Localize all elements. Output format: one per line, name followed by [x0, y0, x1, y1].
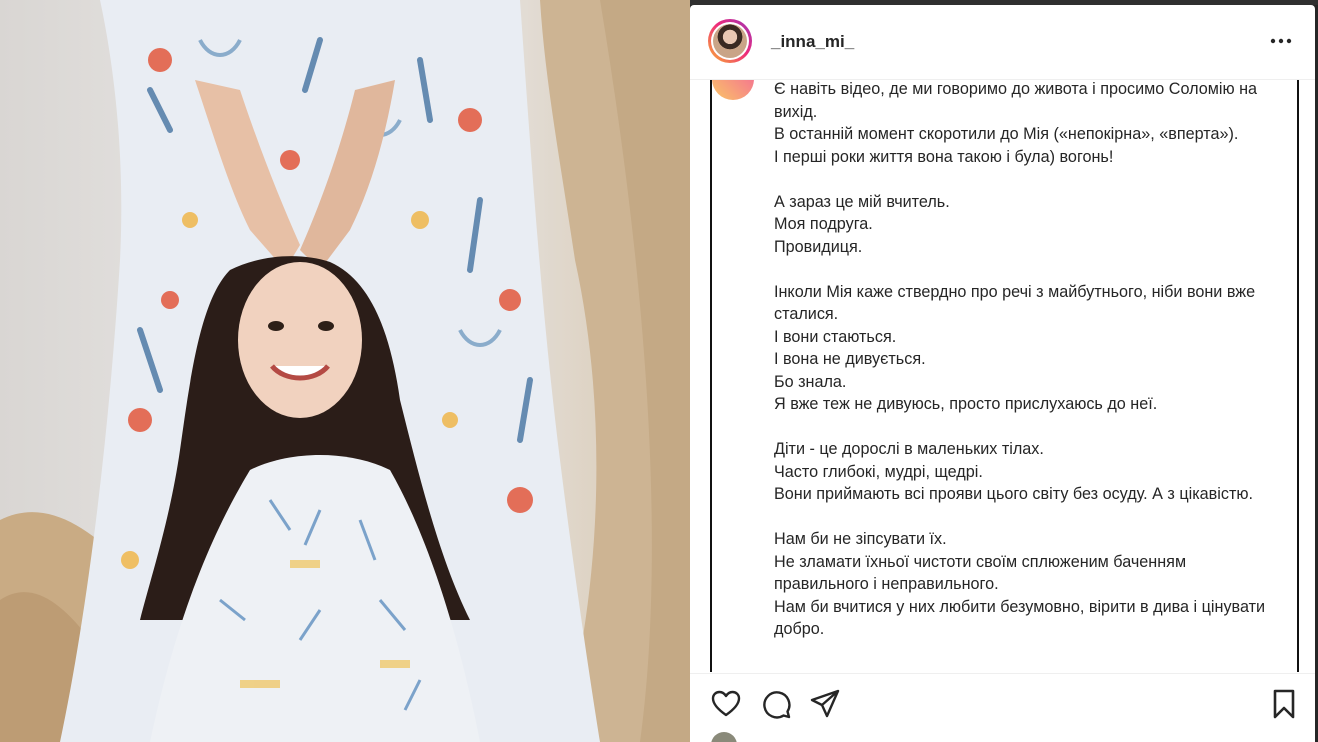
heart-icon[interactable]: [710, 688, 742, 720]
paper-plane-icon[interactable]: [809, 688, 841, 720]
post-header: _inna_mi_: [690, 5, 1315, 80]
username-link[interactable]: _inna_mi_: [771, 32, 854, 52]
avatar-image: [713, 24, 747, 58]
avatar-border: [711, 22, 749, 60]
post-actions-bar: [690, 673, 1315, 742]
post-modal: _inna_mi_ Є навіть відео, де ми говоримо…: [0, 0, 1318, 742]
avatar[interactable]: [708, 19, 752, 63]
post-panel: _inna_mi_ Є навіть відео, де ми говоримо…: [690, 5, 1315, 742]
post-photo[interactable]: [0, 0, 690, 742]
caption-avatar[interactable]: [712, 80, 754, 100]
caption-scroll-area[interactable]: Є навіть відео, де ми говоримо до живота…: [710, 80, 1299, 672]
photo-illustration: [0, 0, 690, 742]
more-options-icon[interactable]: [1269, 31, 1293, 51]
post-caption: Є навіть відео, де ми говоримо до живота…: [774, 80, 1266, 638]
comment-icon[interactable]: [760, 688, 792, 720]
bookmark-icon[interactable]: [1268, 688, 1300, 720]
